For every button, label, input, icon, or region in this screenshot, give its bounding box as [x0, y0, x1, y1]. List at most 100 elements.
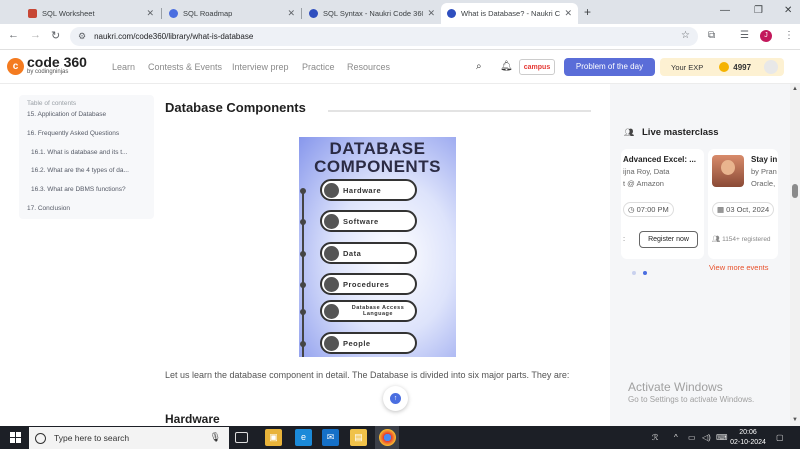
- page-scrollbar[interactable]: ▲ ▼: [790, 84, 800, 426]
- component-label: Database Access Language: [351, 305, 405, 317]
- close-tab-icon[interactable]: ✕: [146, 8, 154, 19]
- register-now-button[interactable]: Register now: [639, 231, 698, 248]
- windows-start-icon[interactable]: [10, 432, 21, 443]
- toc-item[interactable]: 16.2. What are the 4 types of da...: [31, 167, 129, 174]
- image-title-line2: COMPONENTS: [314, 157, 441, 176]
- close-tab-icon[interactable]: ✕: [564, 8, 572, 19]
- nav-contests-events[interactable]: Contests & Events: [148, 62, 222, 72]
- store-icon[interactable]: ▣: [265, 429, 282, 446]
- url-text: naukri.com/code360/library/what-is-datab…: [94, 32, 254, 41]
- component-software: Software: [320, 210, 417, 232]
- carousel-dot[interactable]: [632, 271, 636, 275]
- profile-avatar[interactable]: J: [760, 30, 772, 42]
- naukri-campus-link[interactable]: campus: [519, 59, 555, 75]
- task-view-icon[interactable]: [235, 432, 248, 443]
- close-tab-icon[interactable]: ✕: [287, 8, 295, 19]
- timeline-dot: [300, 188, 306, 194]
- component-procedures: Procedures: [320, 273, 417, 295]
- code360-favicon-icon: [309, 9, 318, 18]
- coin-icon: [719, 62, 730, 72]
- exp-badge[interactable]: Your EXP 4997: [660, 58, 784, 76]
- people-tray-icon[interactable]: ℛ: [652, 433, 658, 442]
- user-avatar[interactable]: [764, 60, 778, 74]
- carousel-dot-active[interactable]: [643, 271, 648, 275]
- pill-knob-icon: [324, 182, 339, 198]
- toc-item[interactable]: 16.3. What are DBMS functions?: [31, 186, 126, 193]
- new-tab-button[interactable]: +: [584, 5, 591, 19]
- extensions-icon[interactable]: ⧉: [708, 30, 715, 41]
- problem-of-the-day-button[interactable]: Problem of the day: [564, 58, 655, 76]
- nav-practice[interactable]: Practice: [302, 62, 335, 72]
- reload-icon[interactable]: ↻: [51, 29, 60, 42]
- tab-search-icon[interactable]: ☰: [740, 30, 749, 41]
- network-icon[interactable]: ▭: [688, 433, 696, 442]
- file-explorer-icon[interactable]: ▤: [350, 429, 367, 446]
- live-masterclass-title: Live masterclass: [642, 127, 719, 138]
- component-label: Hardware: [343, 185, 382, 195]
- pill-knob-icon: [324, 303, 339, 319]
- component-hardware: Hardware: [320, 179, 417, 201]
- address-bar[interactable]: ⚙ naukri.com/code360/library/what-is-dat…: [70, 27, 698, 46]
- people-icon: 👥︎: [712, 236, 723, 243]
- browser-tab-strip: SQL Worksheet ✕ SQL Roadmap ✕ SQL Syntax…: [0, 0, 800, 24]
- mail-icon[interactable]: ✉: [322, 429, 339, 446]
- carousel-dots[interactable]: [632, 266, 651, 278]
- card2-date-chip: ▦ 03 Oct, 2024: [712, 202, 775, 217]
- minimize-icon[interactable]: —: [720, 5, 730, 16]
- component-database-access-language: Database Access Language: [320, 300, 417, 322]
- speaker-photo: [712, 155, 744, 187]
- nav-learn[interactable]: Learn: [112, 62, 135, 72]
- forward-icon[interactable]: →: [30, 29, 41, 41]
- restore-icon[interactable]: ❐: [754, 5, 763, 16]
- scrollbar-thumb[interactable]: [792, 184, 798, 198]
- nav-resources[interactable]: Resources: [347, 62, 390, 72]
- taskbar-search[interactable]: Type here to search 🎙︎: [29, 427, 229, 449]
- search-icon: [35, 432, 46, 444]
- card1-title: Advanced Excel: ...: [623, 155, 696, 164]
- arrow-up-icon: ↑: [390, 393, 401, 404]
- browser-toolbar: ← → ↻ ⚙ naukri.com/code360/library/what-…: [0, 24, 800, 50]
- scroll-up-arrow-icon[interactable]: ▲: [792, 86, 798, 92]
- scroll-to-top-button[interactable]: ↑: [383, 386, 408, 411]
- scroll-down-arrow-icon[interactable]: ▼: [792, 417, 798, 423]
- clock-icon: ◷: [628, 205, 637, 214]
- close-tab-icon[interactable]: ✕: [427, 8, 435, 19]
- calendar-icon: ▦: [717, 205, 727, 214]
- taskbar-clock[interactable]: 20:06 02-10-2024: [728, 428, 768, 448]
- tab-what-is-database[interactable]: What is Database? - Naukri Co... ✕: [441, 3, 578, 24]
- back-icon[interactable]: ←: [8, 29, 19, 41]
- volume-icon[interactable]: ◁): [702, 433, 711, 442]
- toc-item[interactable]: 16.1. What is database and its t...: [31, 149, 127, 156]
- timeline-line: [302, 189, 304, 357]
- notifications-icon[interactable]: ▢: [776, 433, 784, 442]
- taskbar-search-placeholder: Type here to search: [54, 433, 130, 443]
- card2-date: 03 Oct, 2024: [726, 205, 770, 214]
- close-window-icon[interactable]: ✕: [784, 5, 792, 16]
- search-icon[interactable]: ⌕: [476, 61, 482, 72]
- card1-registered-partial: :: [623, 234, 626, 243]
- nav-interview-prep[interactable]: Interview prep: [232, 62, 289, 72]
- microphone-icon[interactable]: 🎙︎: [210, 432, 221, 443]
- article-paragraph: Let us learn the database component in d…: [165, 370, 570, 380]
- clock-time: 20:06: [739, 429, 757, 436]
- toc-item[interactable]: 16. Frequently Asked Questions: [27, 130, 119, 137]
- notification-bell-icon[interactable]: 🔔︎: [500, 61, 513, 72]
- tab-sql-worksheet[interactable]: SQL Worksheet ✕: [22, 3, 160, 24]
- timeline-dot: [300, 309, 306, 315]
- component-people: People: [320, 332, 417, 354]
- code360-logo[interactable]: c code 360 by codingninjas: [7, 55, 87, 76]
- chrome-icon[interactable]: [379, 429, 396, 446]
- bookmark-star-icon[interactable]: ☆: [681, 30, 690, 41]
- toc-item[interactable]: 15. Application of Database: [27, 111, 106, 118]
- menu-kebab-icon[interactable]: ⋮: [784, 30, 794, 41]
- language-icon[interactable]: ⌨: [716, 433, 728, 442]
- view-more-events-link[interactable]: View more events: [709, 263, 768, 272]
- site-info-icon[interactable]: ⚙: [78, 31, 86, 42]
- toc-item[interactable]: 17. Conclusion: [27, 205, 70, 212]
- tab-sql-syntax[interactable]: SQL Syntax - Naukri Code 360 ✕: [303, 3, 441, 24]
- tab-sql-roadmap[interactable]: SQL Roadmap ✕: [163, 3, 301, 24]
- edge-icon[interactable]: e: [295, 429, 312, 446]
- timeline-dot: [300, 282, 306, 288]
- chevron-up-icon[interactable]: ^: [674, 433, 678, 442]
- pill-knob-icon: [324, 245, 339, 261]
